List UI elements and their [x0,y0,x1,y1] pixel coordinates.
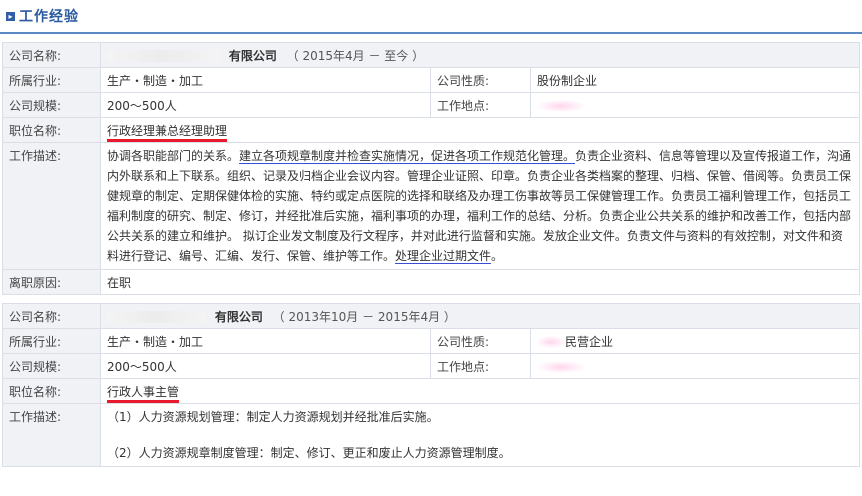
description-part-2: 建立各项规章制度并检查实施情况，促进各项工作规范化管理。 [239,149,576,164]
position-cell: 行政人事主管 [100,378,860,404]
size-value: 200～500人 [100,353,431,379]
section-header: ▸ 工作经验 [0,0,862,34]
location-label: 工作地点: [430,353,531,379]
company-cell: 有限公司 （ 2013年10月 － 2015年4月 ） [100,303,860,329]
job-table-1: 公司名称: 有限公司 （ 2015年4月 － 至今 ） 所属行业: 生产・制造・… [2,42,860,295]
experience-list: 公司名称: 有限公司 （ 2015年4月 － 至今 ） 所属行业: 生产・制造・… [2,42,860,467]
company-label: 公司名称: [2,303,101,329]
company-row: 公司名称: 有限公司 （ 2013年10月 － 2015年4月 ） [2,303,860,329]
position-value: 行政人事主管 [107,384,180,403]
industry-label: 所属行业: [2,328,101,354]
description-value: （1）人力资源规划管理：制定人力资源规划并经批准后实施。 （2）人力资源规章制度… [100,403,860,467]
position-value: 行政经理兼总经理助理 [107,123,228,142]
nature-value: 民营企业 [565,334,614,349]
company-row: 公司名称: 有限公司 （ 2015年4月 － 至今 ） [2,42,860,68]
position-label: 职位名称: [2,378,101,404]
position-cell: 行政经理兼总经理助理 [100,117,860,143]
industry-row: 所属行业: 生产・制造・加工 公司性质: 股份制企业 [2,67,860,93]
size-label: 公司规模: [2,353,101,379]
company-name: 有限公司 [214,309,263,324]
description-part-3: 负责企业资料、信息等管理以及宣传报道工作，沟通内外联系和上下联系。组织、记录及归… [107,149,852,263]
description-part-1: 协调各职能部门的关系。 [107,149,240,163]
job-table-2: 公司名称: 有限公司 （ 2013年10月 － 2015年4月 ） 所属行业: … [2,303,860,467]
description-label: 工作描述: [2,403,101,467]
position-label: 职位名称: [2,117,101,143]
description-line-1: （1）人力资源规划管理：制定人力资源规划并经批准后实施。 [107,410,439,424]
leave-label: 离职原因: [2,269,101,295]
job-separator [2,295,860,303]
nature-label: 公司性质: [430,67,531,93]
leave-row: 离职原因: 在职 [2,269,860,295]
nature-value: 股份制企业 [530,67,860,93]
location-redacted [537,99,585,112]
description-value: 协调各职能部门的关系。建立各项规章制度并检查实施情况，促进各项工作规范化管理。负… [100,142,860,270]
description-part-5: 。 [491,249,504,263]
size-value: 200～500人 [100,92,431,118]
arrow-right-icon: ▸ [6,11,15,21]
location-redacted [537,360,585,373]
nature-redacted [537,336,565,348]
company-cell: 有限公司 （ 2015年4月 － 至今 ） [100,42,860,68]
description-row: 工作描述: 协调各职能部门的关系。建立各项规章制度并检查实施情况，促进各项工作规… [2,142,860,270]
employment-period: （ 2013年10月 － 2015年4月 ） [272,309,456,324]
company-name: 有限公司 [228,48,277,63]
industry-label: 所属行业: [2,67,101,93]
company-label: 公司名称: [2,42,101,68]
leave-value: 在职 [100,269,860,295]
size-label: 公司规模: [2,92,101,118]
description-row: 工作描述: （1）人力资源规划管理：制定人力资源规划并经批准后实施。 （2）人力… [2,403,860,467]
employment-period: （ 2015年4月 － 至今 ） [286,48,425,63]
industry-value: 生产・制造・加工 [100,67,431,93]
industry-row: 所属行业: 生产・制造・加工 公司性质: 民营企业 [2,328,860,354]
nature-label: 公司性质: [430,328,531,354]
size-row: 公司规模: 200～500人 工作地点: [2,92,860,118]
page: ▸ 工作经验 公司名称: 有限公司 （ 2015年4月 － 至今 ） 所属行业:… [0,0,862,496]
industry-value: 生产・制造・加工 [100,328,431,354]
location-label: 工作地点: [430,92,531,118]
position-row: 职位名称: 行政经理兼总经理助理 [2,117,860,143]
description-label: 工作描述: [2,142,101,270]
nature-cell: 民营企业 [530,328,860,354]
size-row: 公司规模: 200～500人 工作地点: [2,353,860,379]
location-cell [530,92,860,118]
description-part-4: 处理企业过期文件 [395,249,492,264]
description-line-2: （2）人力资源规章制度管理：制定、修订、更正和废止人力资源管理制度。 [107,446,511,460]
company-name-redacted [107,50,219,62]
section-title: 工作经验 [19,9,79,25]
position-row: 职位名称: 行政人事主管 [2,378,860,404]
company-name-redacted [107,311,205,323]
location-cell [530,353,860,379]
